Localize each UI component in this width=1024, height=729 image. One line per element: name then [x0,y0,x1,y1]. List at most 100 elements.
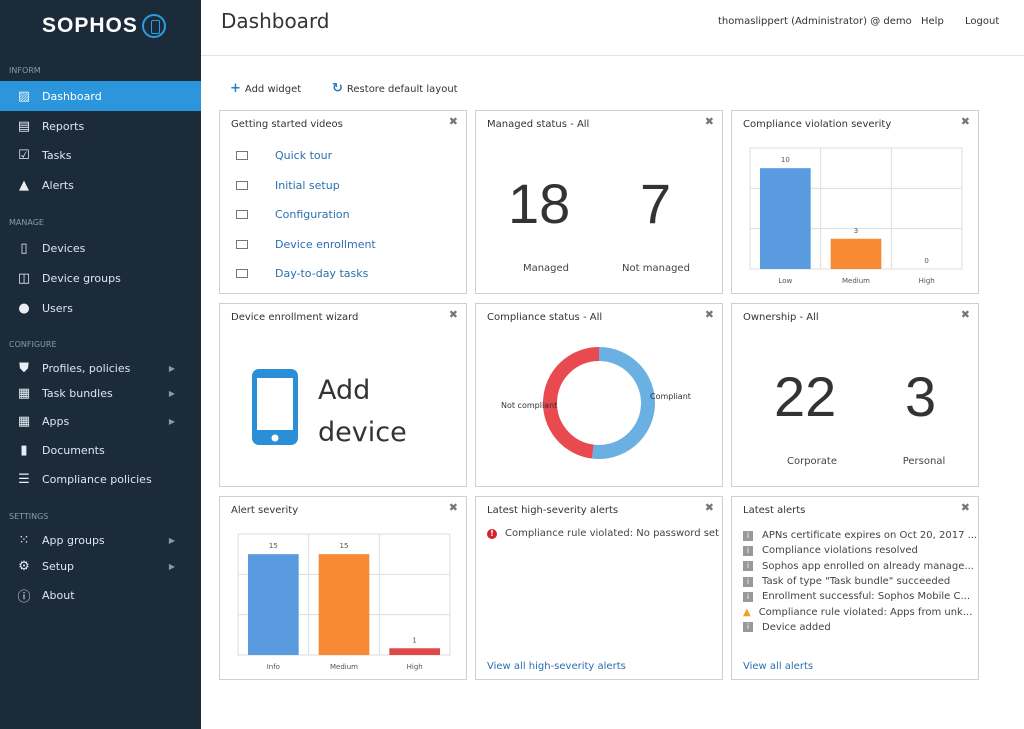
bar-low [760,168,811,269]
logout-link[interactable]: Logout [965,16,999,27]
close-icon[interactable]: ✖ [705,308,714,321]
sidebar-item-compliance-policies[interactable]: ☰ Compliance policies [0,464,201,494]
not-managed-count[interactable]: 7 [640,171,671,236]
data-label: 15 [269,542,278,550]
bar-medium [830,238,882,269]
personal-count[interactable]: 3 [905,364,936,429]
warning-icon: ▲ [19,177,29,193]
info-icon: i [743,545,753,556]
alert-item[interactable]: i APNs certificate expires on Oct 20, 201… [743,528,977,543]
bundle-icon: ▦ [17,385,31,401]
data-label: 10 [781,156,790,164]
document-icon: ▮ [20,442,28,458]
tick-label: High [919,277,935,285]
film-icon [236,180,248,190]
widget-latest-alerts: Latest alerts ✖ i APNs certificate expires… [731,496,979,680]
info-icon: ⓘ [17,589,31,605]
data-label: 15 [340,542,349,550]
calendar-check-icon: ☑ [18,147,30,163]
warning-icon: ▲ [743,606,751,618]
data-label: 1 [412,636,416,644]
sidebar-item-documents[interactable]: ▮ Documents [0,435,201,465]
alert-item[interactable]: i Sophos app enrolled on already manage..… [743,559,977,574]
slice-not-compliant [543,347,600,459]
phone-icon [252,369,298,445]
widget-getting-started-videos: Getting started videos ✖ Quick tour Initia… [219,110,467,294]
alert-item[interactable]: ▲ Compliance rule violated: Apps from unk… [743,604,977,619]
bar-chart: 10 Low 3 Medium 0 High [749,147,963,285]
sidebar: SOPHOS INFORM ▨ Dashboard ▤ Reports ☑ Tasks ▲ Al… [0,0,201,729]
grid-icon: ⁙ [18,532,30,548]
sidebar-item-alerts[interactable]: ▲ Alerts [0,170,201,200]
widget-high-severity-alerts: Latest high-severity alerts ✖ ! Compliance… [475,496,723,680]
alert-item[interactable]: ! Compliance rule violated: No password s… [487,526,719,541]
film-icon [236,210,248,220]
sidebar-item-reports[interactable]: ▤ Reports [0,111,201,141]
close-icon[interactable]: ✖ [705,501,714,514]
close-icon[interactable]: ✖ [961,115,970,128]
tick-label: Info [267,663,280,671]
sophos-logo[interactable]: SOPHOS [42,14,166,39]
corporate-count[interactable]: 22 [774,364,836,429]
error-icon: ! [487,528,497,539]
sidebar-item-about[interactable]: ⓘ About [0,580,201,610]
sidebar-item-users[interactable]: ● Users [0,293,201,323]
video-item[interactable]: Configuration [220,200,466,230]
close-icon[interactable]: ✖ [449,308,458,321]
help-link[interactable]: Help [921,16,944,27]
video-item[interactable]: Day-to-day tasks [220,259,466,289]
data-label: 3 [854,227,858,235]
sidebar-item-task-bundles[interactable]: ▦ Task bundles ▶ [0,378,201,408]
tick-label: High [407,663,423,671]
chart-icon: ▨ [17,88,31,104]
add-device-text: Add [318,375,371,406]
close-icon[interactable]: ✖ [705,115,714,128]
chevron-right-icon: ▶ [168,416,175,426]
sidebar-item-device-groups[interactable]: ◫ Device groups [0,263,201,293]
close-icon[interactable]: ✖ [961,501,970,514]
video-item[interactable]: Initial setup [220,171,466,201]
managed-count[interactable]: 18 [508,171,570,236]
page-title: Dashboard [221,9,330,33]
bar-chart: 15 Info 15 Medium 1 High [237,533,451,671]
devices-icon: ◫ [17,270,31,286]
restore-icon: ↻ [332,81,343,96]
restore-layout-button[interactable]: ↻ Restore default layout [332,81,458,96]
sidebar-item-devices[interactable]: ▯ Devices [0,233,201,263]
film-icon [236,269,248,279]
sidebar-item-tasks[interactable]: ☑ Tasks [0,140,201,170]
close-icon[interactable]: ✖ [449,501,458,514]
corporate-label: Corporate [787,456,837,467]
close-icon[interactable]: ✖ [961,308,970,321]
alert-item[interactable]: i Device added [743,620,977,635]
widget-compliance-status: Compliance status - All ✖ Not compliant C… [475,303,723,487]
alert-item[interactable]: i Compliance violations resolved [743,543,977,558]
section-label: MANAGE [9,218,44,227]
add-widget-button[interactable]: + Add widget [230,81,301,96]
sidebar-item-apps[interactable]: ▦ Apps ▶ [0,406,201,436]
not-managed-label: Not managed [622,263,690,274]
section-label: SETTINGS [9,512,49,521]
section-label: INFORM [9,66,41,75]
phone-icon: ▯ [20,240,28,256]
sidebar-item-dashboard[interactable]: ▨ Dashboard [0,81,201,111]
video-item[interactable]: Device enrollment [220,230,466,260]
alert-item[interactable]: i Task of type "Task bundle" succeeded [743,574,977,589]
list-icon: ☰ [18,471,30,487]
alert-item[interactable]: i Enrollment successful: Sophos Mobile C.… [743,589,977,604]
view-high-alerts-link[interactable]: View all high-severity alerts [487,661,626,672]
widget-device-enrollment-wizard[interactable]: Device enrollment wizard ✖ Add device [219,303,467,487]
view-all-alerts-link[interactable]: View all alerts [743,661,813,672]
widget-ownership: Ownership - All ✖ 22 3 Corporate Personal [731,303,979,487]
video-item[interactable]: Quick tour [220,141,466,171]
sidebar-item-setup[interactable]: ⚙ Setup ▶ [0,551,201,581]
user-icon: ● [18,300,30,316]
info-icon: i [743,622,753,633]
gear-icon: ⚙ [18,558,30,574]
close-icon[interactable]: ✖ [449,115,458,128]
user-menu[interactable]: thomaslippert (Administrator) @ demo [718,16,912,27]
apps-icon: ▦ [17,413,31,429]
data-label: 0 [924,257,928,265]
chevron-right-icon: ▶ [168,561,175,571]
chevron-right-icon: ▶ [168,363,175,373]
